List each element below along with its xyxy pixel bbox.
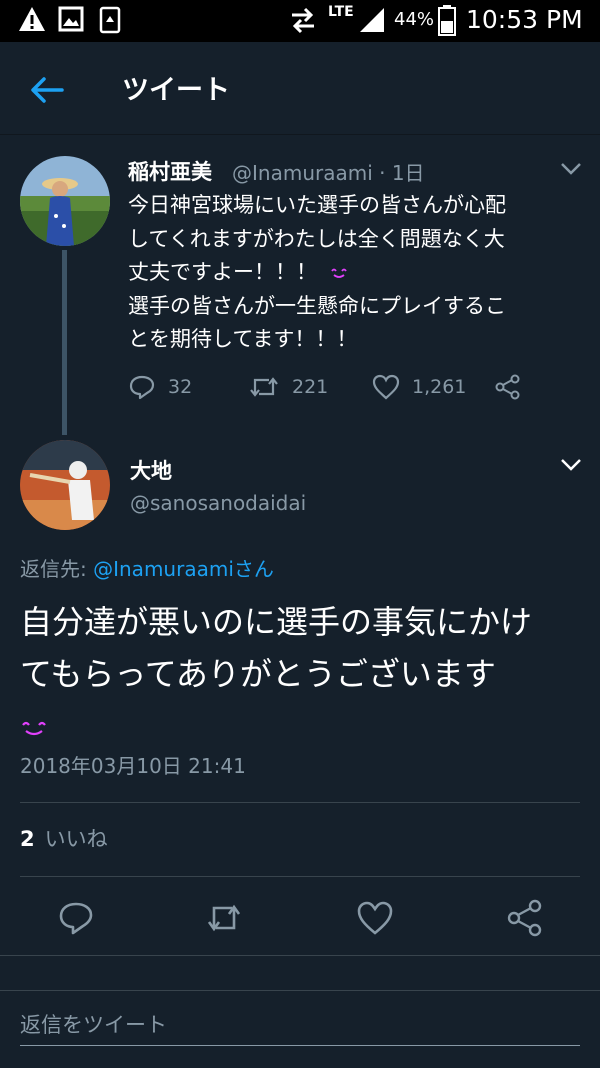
author-name[interactable]: 大地 [130, 455, 172, 485]
tweet-line: 自分達が悪いのに選手の事気にかけ [20, 603, 533, 641]
back-arrow-icon[interactable] [28, 72, 68, 108]
reply-icon[interactable] [56, 898, 96, 938]
author-handle: @sanosanodaidai [130, 491, 307, 515]
like-count: 1,261 [412, 376, 467, 398]
avatar-photo [20, 440, 110, 530]
like-icon[interactable] [355, 898, 395, 938]
smile-emoji-icon [22, 721, 46, 736]
author-handle: @Inamuraami · 1日 [232, 161, 425, 185]
tweet-line: 今日神宮球場にいた選手の皆さんが心配 [128, 193, 506, 217]
tweet-line-text: 丈夫ですよー！！！ [128, 260, 317, 284]
like-action[interactable]: 1,261 [372, 374, 466, 400]
like-total: 2 [20, 827, 35, 851]
replying-to: 返信先: @Inamuraamiさん [20, 553, 274, 582]
tweet-line: てもらってありがとうございます [20, 655, 496, 693]
replying-to-mention[interactable]: @Inamuraamiさん [93, 557, 274, 581]
status-bar: LTE 44% 10:53 PM [0, 0, 600, 42]
like-icon [372, 374, 400, 400]
reply-action[interactable]: 32 [128, 374, 192, 400]
reply-icon [129, 375, 155, 400]
warning-icon [19, 7, 45, 31]
replying-to-label: 返信先: [20, 557, 87, 581]
data-transfer-icon [292, 7, 314, 34]
signal-icon [360, 8, 384, 32]
tweet-line: 丈夫ですよー！！！ [128, 257, 348, 288]
divider [0, 955, 600, 956]
avatar-photo [20, 156, 110, 246]
retweet-count: 221 [292, 376, 329, 398]
author-name[interactable]: 稲村亜美 [128, 156, 212, 186]
avatar-original-author[interactable] [20, 156, 110, 246]
likes-label: いいね [44, 827, 108, 851]
smile-emoji-icon [330, 268, 347, 278]
tweet-timestamp: 2018年03月10日 21:41 [20, 754, 246, 778]
tweet-line: 選手の皆さんが一生懸命にプレイするこ [128, 294, 506, 318]
tweet-text: 自分達が悪いのに選手の事気にかけ てもらってありがとうございます [20, 596, 532, 752]
app-bar: ツイート [0, 42, 600, 135]
likes-summary[interactable]: 2 いいね [20, 823, 108, 853]
clock: 10:53 PM [466, 5, 583, 34]
reply-composer [0, 990, 600, 1068]
tweet-line [20, 700, 532, 752]
retweet-icon[interactable] [204, 898, 244, 938]
battery-percent: 44% [394, 9, 435, 30]
tweet-line: してくれますがわたしは全く問題なく大 [128, 227, 505, 251]
image-icon [58, 6, 84, 32]
avatar-reply-author[interactable] [20, 440, 110, 530]
share-icon[interactable] [494, 374, 522, 400]
page-title: ツイート [122, 75, 230, 106]
retweet-icon [250, 377, 278, 397]
recycle-icon [99, 6, 121, 34]
network-type: LTE [328, 4, 354, 20]
reply-input[interactable] [20, 1005, 580, 1046]
retweet-action[interactable]: 221 [248, 374, 328, 400]
reply-count: 32 [168, 376, 193, 398]
divider [20, 802, 580, 803]
chevron-down-icon[interactable] [560, 162, 582, 176]
chevron-down-icon[interactable] [560, 458, 582, 472]
thread-line [62, 250, 67, 435]
battery-icon [438, 5, 456, 36]
divider [20, 876, 580, 877]
share-icon[interactable] [505, 898, 545, 938]
tweet-line: とを期待してます！！！ [128, 327, 358, 351]
